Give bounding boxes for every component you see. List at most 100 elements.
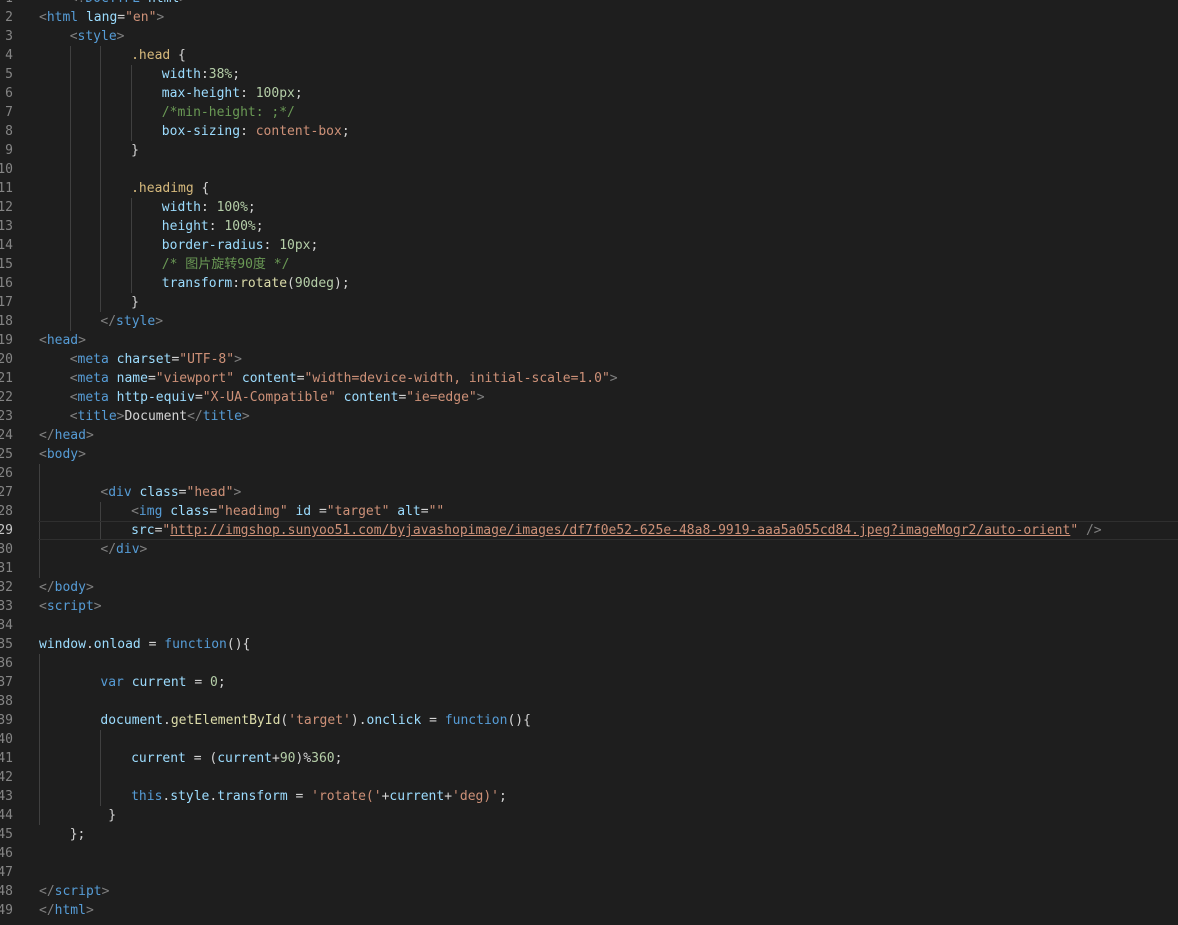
code-line[interactable]: 4 .head { <box>0 46 1178 65</box>
code-line[interactable]: 8 box-sizing: content-box; <box>0 122 1178 141</box>
code-line[interactable]: 19 <head> <box>0 331 1178 350</box>
line-number-text: 31 <box>0 561 13 576</box>
line-number-text: 3 <box>5 29 13 44</box>
indent-guide <box>69 122 71 141</box>
code-line[interactable]: 42 <box>0 768 1178 787</box>
code-token: "en" <box>125 10 157 25</box>
indent-guide <box>100 730 102 749</box>
code-line[interactable]: 5 width:38%; <box>0 65 1178 84</box>
code-line[interactable]: 9} <box>0 141 1178 160</box>
code-line[interactable]: 32 </body> <box>0 578 1178 597</box>
code-token: http-equiv <box>116 390 195 405</box>
code-line[interactable]: 20 <meta charset="UTF-8"> <box>0 350 1178 369</box>
code-line[interactable]: 31 <box>0 559 1178 578</box>
code-token: < <box>39 599 47 614</box>
code-lines[interactable]: 1<!DOCTYPE html>2<html lang="en">3<style… <box>0 0 1178 920</box>
line-number: 6 <box>0 84 13 103</box>
code-line[interactable]: 6 max-height: 100px; <box>0 84 1178 103</box>
code-editor[interactable]: 1<!DOCTYPE html>2<html lang="en">3<style… <box>0 0 1178 925</box>
code-line[interactable]: 24 </head> <box>0 426 1178 445</box>
code-token: > <box>116 29 125 44</box>
code-line[interactable]: 39 document.getElementById('target').oncl… <box>0 711 1178 730</box>
code-line[interactable]: 11 .headimg { <box>0 179 1178 198</box>
code-token: 100% <box>224 219 256 234</box>
code-line[interactable]: 47 <box>0 863 1178 882</box>
code-text: window.onload = function(){ <box>39 635 250 654</box>
code-line[interactable]: 41 current = (current+90)%360; <box>0 749 1178 768</box>
code-line[interactable]: 34 <box>0 616 1178 635</box>
code-text: <head> <box>39 331 86 350</box>
code-line[interactable]: 38 <box>0 692 1178 711</box>
code-line[interactable]: 3 <style> <box>0 27 1178 46</box>
code-line[interactable]: 7 /*min-height: ;*/ <box>0 103 1178 122</box>
code-token: window <box>39 637 86 652</box>
code-line[interactable]: 13 height: 100%; <box>0 217 1178 236</box>
code-token: this <box>131 789 163 804</box>
code-line[interactable]: 22 <meta http-equiv="X-UA-Compatible" con… <box>0 388 1178 407</box>
code-token: charset <box>116 352 172 367</box>
code-line[interactable]: 36 <box>0 654 1178 673</box>
code-token: : <box>200 67 209 82</box>
indent-guide <box>100 255 102 274</box>
code-token: ; <box>247 200 256 215</box>
indent-guide <box>100 160 102 179</box>
code-token: = <box>421 713 445 728</box>
code-token: (){ <box>507 713 531 728</box>
code-line[interactable]: 17} <box>0 293 1178 312</box>
code-line[interactable]: 16 transform:rotate(90deg); <box>0 274 1178 293</box>
code-token: body <box>54 580 86 595</box>
indent-guide <box>100 84 102 103</box>
code-line[interactable]: 18 </style> <box>0 312 1178 331</box>
code-line[interactable]: 2 <html lang="en"> <box>0 8 1178 27</box>
code-line[interactable]: 33 <script> <box>0 597 1178 616</box>
line-number: 11 <box>0 179 13 198</box>
line-number: 48 <box>0 882 13 901</box>
code-token: > <box>85 903 94 918</box>
code-token: lang <box>85 10 118 25</box>
line-number-text: 40 <box>0 732 13 747</box>
code-line[interactable]: 10 <box>0 160 1178 179</box>
code-line[interactable]: 45}; <box>0 825 1178 844</box>
code-line[interactable]: 29 src="http://imgshop.sunyoo51.com/byjav… <box>0 521 1178 540</box>
code-line[interactable]: 1 <!DOCTYPE html> <box>0 0 1178 8</box>
code-line[interactable]: 26 <box>0 464 1178 483</box>
code-line[interactable]: 23 <title>Document</title> <box>0 407 1178 426</box>
line-number: 45 <box>0 825 13 844</box>
code-token: document <box>100 713 164 728</box>
code-token: : <box>240 86 256 101</box>
code-text: </body> <box>39 578 94 597</box>
indent-guide <box>69 84 71 103</box>
code-token: </ <box>39 903 55 918</box>
code-token: http://imgshop.sunyoo51.com/byjavashopim… <box>170 523 1071 538</box>
code-line[interactable]: 25 <body> <box>0 445 1178 464</box>
code-line[interactable]: 14 border-radius: 10px; <box>0 236 1178 255</box>
code-line[interactable]: 12 width: 100%; <box>0 198 1178 217</box>
code-token: ; <box>255 219 264 234</box>
code-line[interactable]: 37 var current = 0; <box>0 673 1178 692</box>
code-line[interactable]: 43 this.style.transform = 'rotate('+curre… <box>0 787 1178 806</box>
code-line[interactable]: 15 /* 图片旋转90度 */ <box>0 255 1178 274</box>
code-line[interactable]: 30 </div> <box>0 540 1178 559</box>
code-line[interactable]: 48 </script> <box>0 882 1178 901</box>
line-number-text: 23 <box>0 409 13 424</box>
indent-guide <box>69 274 71 293</box>
code-line[interactable]: 21 <meta name="viewport" content="width=d… <box>0 369 1178 388</box>
code-token: src <box>131 523 155 538</box>
code-line[interactable]: 40 <box>0 730 1178 749</box>
code-token: onload <box>93 637 141 652</box>
code-line[interactable]: 49 </html> <box>0 901 1178 920</box>
code-line[interactable]: 28 <img class="headimg" id ="target" alt=… <box>0 502 1178 521</box>
code-line[interactable]: 27 <div class="head"> <box>0 483 1178 502</box>
line-number: 28 <box>0 502 13 521</box>
code-token: > <box>101 884 110 899</box>
code-line[interactable]: 44 } <box>0 806 1178 825</box>
line-number: 29 <box>0 521 13 540</box>
code-line[interactable]: 35 window.onload = function(){ <box>0 635 1178 654</box>
code-line[interactable]: 46 <box>0 844 1178 863</box>
line-number-text: 27 <box>0 485 13 500</box>
code-token: width <box>161 200 201 215</box>
indent-guide <box>131 255 133 274</box>
code-token: ). <box>350 713 367 728</box>
